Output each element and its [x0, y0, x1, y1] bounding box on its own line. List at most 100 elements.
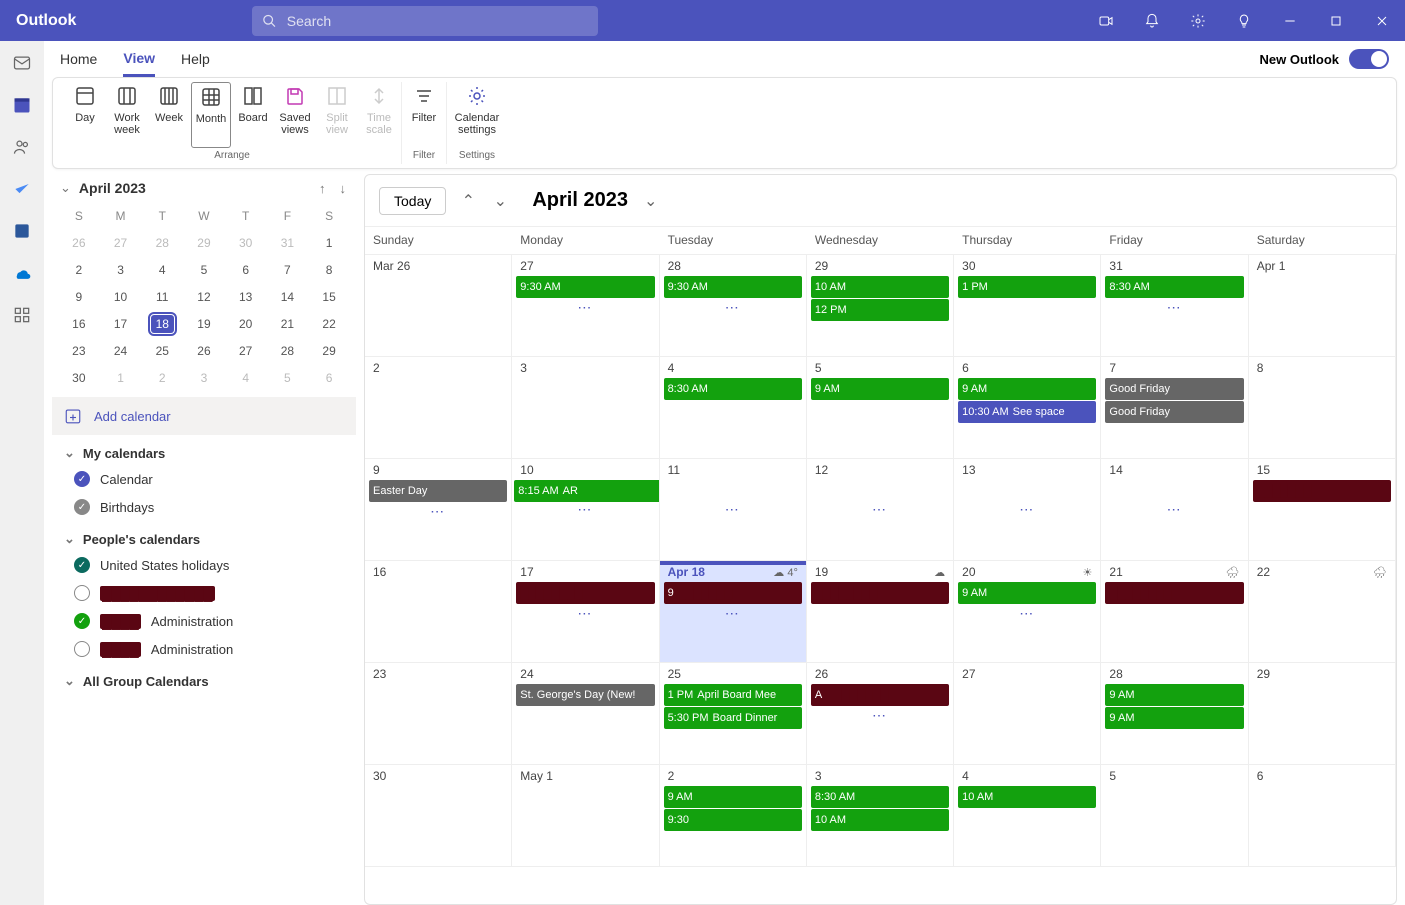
day-cell[interactable]: 410 AM [954, 765, 1101, 867]
meet-now-icon[interactable] [1083, 0, 1129, 41]
day-cell[interactable]: 24St. George's Day (New! [512, 663, 659, 765]
event[interactable]: 10 AM [811, 276, 949, 298]
day-cell[interactable]: 15███████ [1249, 459, 1396, 561]
more-apps-icon[interactable] [10, 303, 34, 327]
event[interactable]: 8:30 AM [811, 786, 949, 808]
day-cell[interactable]: 26A████████⋯ [807, 663, 954, 765]
day-cell[interactable]: 301 PM [954, 255, 1101, 357]
more-events[interactable]: ⋯ [516, 299, 654, 316]
calendar-item-redacted-1[interactable]: ████████████ [52, 579, 356, 607]
day-cell[interactable]: 108:15 AM AR ⋯ [512, 459, 659, 561]
day-cell[interactable]: May 1 [512, 765, 659, 867]
day-cell[interactable]: 27 [954, 663, 1101, 765]
day-cell[interactable]: 16 [365, 561, 512, 663]
close-icon[interactable] [1359, 0, 1405, 41]
event[interactable]: 9:30 AM [664, 276, 802, 298]
day-cell[interactable]: 14⋯ [1101, 459, 1248, 561]
day-cell[interactable]: 12⋯ [807, 459, 954, 561]
calendar-item-birthdays[interactable]: ✓Birthdays [52, 493, 356, 521]
calendar-item-calendar[interactable]: ✓Calendar [52, 465, 356, 493]
event-easter[interactable]: Easter Day [369, 480, 507, 502]
day-cell[interactable]: 2910 AM12 PM [807, 255, 954, 357]
day-cell[interactable]: 279:30 AM⋯ [512, 255, 659, 357]
prev-month[interactable]: ⌃ [458, 191, 478, 211]
new-outlook-toggle[interactable] [1349, 49, 1389, 69]
search-input[interactable] [287, 13, 588, 29]
filter-button[interactable]: Filter [404, 82, 444, 148]
mini-calendar[interactable]: SMTWTFS262728293031123456789101112131415… [52, 202, 356, 391]
day-cell[interactable]: 318:30 AM⋯ [1101, 255, 1248, 357]
view-month-button[interactable]: Month [191, 82, 231, 148]
view-week-button[interactable]: Week [149, 82, 189, 148]
event[interactable]: 12 PM [811, 299, 949, 321]
saved-views-button[interactable]: Saved views [275, 82, 315, 148]
day-cell[interactable]: Apr 18☁ 4°9 ███████⋯ [660, 561, 807, 663]
day-cell[interactable]: 2 [365, 357, 512, 459]
day-cell[interactable]: 19☁████████ [807, 561, 954, 663]
maximize-icon[interactable] [1313, 0, 1359, 41]
people-icon[interactable] [10, 135, 34, 159]
day-cell[interactable]: 38:30 AM10 AM [807, 765, 954, 867]
calendar-item-admin-2[interactable]: ████Administration [52, 635, 356, 663]
event-multi-day[interactable]: 8:15 AM AR [514, 480, 659, 502]
minimize-icon[interactable] [1267, 0, 1313, 41]
day-cell[interactable]: 8 [1249, 357, 1396, 459]
calendar-item-admin-1[interactable]: ✓████Administration [52, 607, 356, 635]
day-cell[interactable]: 17████████⋯ [512, 561, 659, 663]
word-icon[interactable] [10, 219, 34, 243]
next-month[interactable]: ⌄ [490, 191, 510, 211]
day-cell[interactable]: 11⋯ [660, 459, 807, 561]
view-workweek-button[interactable]: Work week [107, 82, 147, 148]
today-button[interactable]: Today [379, 187, 446, 215]
day-cell[interactable]: 21🌧████████ [1101, 561, 1248, 663]
bell-icon[interactable] [1129, 0, 1175, 41]
day-cell[interactable]: 22🌧 [1249, 561, 1396, 663]
add-calendar-button[interactable]: Add calendar [52, 397, 356, 435]
event[interactable]: 10:30 AM See space [958, 401, 1096, 423]
event-good-friday[interactable]: Good Friday [1105, 378, 1243, 400]
tab-view[interactable]: View [123, 41, 155, 77]
day-cell[interactable]: 9Easter Day⋯ [365, 459, 512, 561]
day-cell[interactable]: 289:30 AM⋯ [660, 255, 807, 357]
split-view-button[interactable]: Split view [317, 82, 357, 148]
day-cell[interactable]: 6 [1249, 765, 1396, 867]
minical-prev[interactable]: ↑ [319, 181, 326, 196]
group-people-calendars[interactable]: ⌄People's calendars [52, 521, 356, 551]
event[interactable]: 1 PM [958, 276, 1096, 298]
day-cell[interactable]: 48:30 AM [660, 357, 807, 459]
event[interactable]: 9:30 AM [516, 276, 654, 298]
day-cell[interactable]: 59 AM [807, 357, 954, 459]
todo-icon[interactable] [10, 177, 34, 201]
view-board-button[interactable]: Board [233, 82, 273, 148]
event[interactable]: 9 AM [1105, 684, 1243, 706]
event-st-george[interactable]: St. George's Day (New! [516, 684, 654, 706]
day-cell[interactable]: Apr 1 [1249, 255, 1396, 357]
calendar-icon[interactable] [10, 93, 34, 117]
calendar-item-us-holidays[interactable]: ✓United States holidays [52, 551, 356, 579]
event[interactable]: 8:30 AM [1105, 276, 1243, 298]
day-cell[interactable]: 29 [1249, 663, 1396, 765]
group-my-calendars[interactable]: ⌄My calendars [52, 435, 356, 465]
search-box[interactable] [252, 6, 598, 36]
event[interactable]: ███████ [1253, 480, 1391, 502]
tab-home[interactable]: Home [60, 41, 97, 77]
day-cell[interactable]: 3 [512, 357, 659, 459]
event[interactable]: 9 AM [958, 378, 1096, 400]
day-cell[interactable]: 20☀9 AM⋯ [954, 561, 1101, 663]
group-all-group-calendars[interactable]: ⌄All Group Calendars [52, 663, 356, 693]
onedrive-icon[interactable] [10, 261, 34, 285]
day-cell[interactable]: 251 PM April Board Mee5:30 PM Board Dinn… [660, 663, 807, 765]
day-cell[interactable]: Mar 26 [365, 255, 512, 357]
tab-help[interactable]: Help [181, 41, 210, 77]
event[interactable]: 9 AM [664, 786, 802, 808]
chevron-down-icon[interactable]: ⌄ [60, 180, 71, 196]
view-day-button[interactable]: Day [65, 82, 105, 148]
calendar-settings-button[interactable]: Calendar settings [449, 82, 505, 148]
day-cell[interactable]: 7Good FridayGood Friday [1101, 357, 1248, 459]
event[interactable]: 10 AM [958, 786, 1096, 808]
event[interactable]: 8:30 AM [664, 378, 802, 400]
day-cell[interactable]: 30 [365, 765, 512, 867]
event[interactable]: 9 AM [811, 378, 949, 400]
day-cell[interactable]: 69 AM10:30 AM See space [954, 357, 1101, 459]
event[interactable]: 9 AM [1105, 707, 1243, 729]
